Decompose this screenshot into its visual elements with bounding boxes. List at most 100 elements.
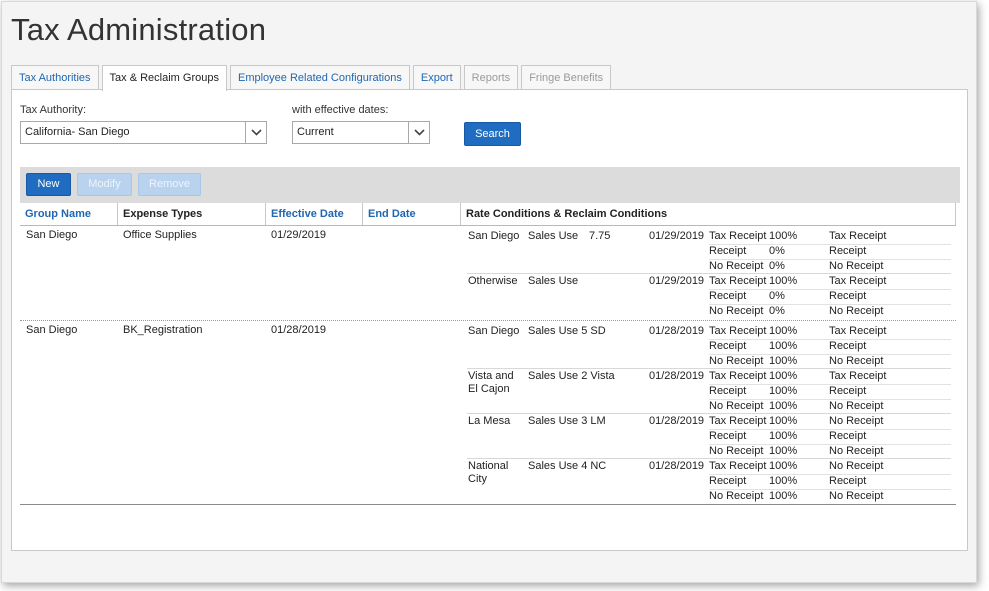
receipt-pct: 100%: [769, 415, 798, 427]
tab-employee-related-configurations[interactable]: Employee Related Configurations: [229, 65, 410, 90]
effective-date-cell: 01/29/2019: [271, 229, 327, 241]
tab-export[interactable]: Export: [412, 65, 461, 90]
condition-divider: [467, 413, 951, 414]
tab-reports: Reports: [463, 65, 519, 90]
condition-tax: Sales Use: [528, 275, 579, 287]
header-effective-date[interactable]: Effective Date: [266, 203, 363, 226]
receipt-pct: 100%: [769, 400, 798, 412]
effective-date-cell: 01/28/2019: [271, 324, 327, 336]
condition-location: National City: [468, 460, 509, 485]
receipt-type: No Receipt: [709, 445, 764, 457]
receipt-type: Receipt: [709, 290, 747, 302]
condition-date: 01/28/2019: [649, 460, 705, 472]
condition-location: San Diego: [468, 325, 520, 337]
receipt-pct: 100%: [769, 430, 798, 442]
condition-date: 01/28/2019: [649, 325, 705, 337]
receipt-reclaim: No Receipt: [829, 355, 884, 367]
receipt-pct: 100%: [769, 355, 798, 367]
chevron-down-icon[interactable]: [245, 122, 266, 143]
search-button[interactable]: Search: [464, 122, 521, 146]
header-expense-types: Expense Types: [118, 203, 266, 226]
page-title: Tax Administration: [11, 12, 267, 47]
condition-location: Vista and El Cajon: [468, 370, 514, 395]
condition-tax: Sales Use 4 NC: [528, 460, 607, 472]
receipt-reclaim: Tax Receipt: [829, 275, 887, 287]
header-end-date[interactable]: End Date: [363, 203, 461, 226]
condition-tax: Sales Use 5 SD: [528, 325, 606, 337]
condition-divider: [467, 368, 951, 369]
condition-location: La Mesa: [468, 415, 511, 427]
receipt-reclaim: Receipt: [829, 475, 867, 487]
app-window: Tax Administration Tax Authorities Tax &…: [1, 1, 977, 583]
receipt-type: Tax Receipt: [709, 415, 767, 427]
receipt-reclaim: Tax Receipt: [829, 370, 887, 382]
condition-location: Otherwise: [468, 275, 518, 287]
receipt-type: Receipt: [709, 430, 747, 442]
effective-dates-label: with effective dates:: [292, 104, 389, 116]
receipt-type: Tax Receipt: [709, 325, 767, 337]
receipt-type: No Receipt: [709, 260, 764, 272]
tax-authority-value: California- San Diego: [25, 126, 130, 138]
receipt-reclaim: No Receipt: [829, 490, 884, 502]
receipt-type: Receipt: [709, 385, 747, 397]
tab-bar: Tax Authorities Tax & Reclaim Groups Emp…: [11, 65, 614, 91]
condition-date: 01/28/2019: [649, 415, 705, 427]
condition-date: 01/29/2019: [649, 230, 705, 242]
remove-button: Remove: [138, 173, 201, 196]
receipt-reclaim: Receipt: [829, 290, 867, 302]
receipt-reclaim: Receipt: [829, 340, 867, 352]
chevron-down-icon[interactable]: [408, 122, 429, 143]
tab-tax-reclaim-groups[interactable]: Tax & Reclaim Groups: [101, 65, 227, 91]
effective-dates-select[interactable]: Current: [292, 121, 430, 144]
tab-tax-authorities[interactable]: Tax Authorities: [11, 65, 99, 90]
table-bottom-border: [20, 504, 956, 505]
receipt-reclaim: Receipt: [829, 430, 867, 442]
condition-date: 01/28/2019: [649, 370, 705, 382]
receipt-type: Tax Receipt: [709, 370, 767, 382]
receipt-pct: 100%: [769, 475, 798, 487]
condition-date: 01/29/2019: [649, 275, 705, 287]
receipt-type: No Receipt: [709, 400, 764, 412]
modify-button: Modify: [77, 173, 132, 196]
receipt-type: Receipt: [709, 245, 747, 257]
receipt-type: No Receipt: [709, 490, 764, 502]
tab-panel: Tax Authority: California- San Diego wit…: [11, 89, 968, 551]
new-button[interactable]: New: [26, 173, 71, 196]
receipt-type: Tax Receipt: [709, 230, 767, 242]
receipt-pct: 100%: [769, 325, 798, 337]
receipt-type: Receipt: [709, 475, 747, 487]
receipt-reclaim: No Receipt: [829, 305, 884, 317]
receipt-pct: 100%: [769, 230, 798, 242]
condition-tax: Sales Use: [528, 230, 579, 242]
group-name-cell: San Diego: [26, 229, 78, 241]
condition-rate: 7.75: [589, 230, 611, 242]
header-divider: [20, 225, 956, 226]
receipt-type: Receipt: [709, 340, 747, 352]
receipt-reclaim: No Receipt: [829, 260, 884, 272]
tax-authority-label: Tax Authority:: [20, 104, 87, 116]
receipt-pct: 100%: [769, 340, 798, 352]
expense-types-cell: BK_Registration: [123, 324, 203, 336]
receipt-pct: 100%: [769, 490, 798, 502]
receipt-pct: 100%: [769, 460, 798, 472]
header-group-name[interactable]: Group Name: [20, 203, 118, 226]
receipt-reclaim: No Receipt: [829, 400, 884, 412]
group-divider: [20, 320, 956, 321]
receipt-reclaim: No Receipt: [829, 445, 884, 457]
receipt-pct: 100%: [769, 370, 798, 382]
condition-divider: [467, 273, 951, 274]
receipt-reclaim: Tax Receipt: [829, 325, 887, 337]
condition-location: San Diego: [468, 230, 520, 242]
condition-tax: Sales Use 2 Vista: [528, 370, 615, 382]
receipt-pct: 100%: [769, 385, 798, 397]
tab-fringe-benefits: Fringe Benefits: [521, 65, 612, 90]
receipt-pct: 100%: [769, 275, 798, 287]
expense-types-cell: Office Supplies: [123, 229, 197, 241]
receipt-type: No Receipt: [709, 305, 764, 317]
receipt-pct: 100%: [769, 445, 798, 457]
effective-dates-value: Current: [297, 126, 334, 138]
receipt-reclaim: Receipt: [829, 245, 867, 257]
tax-authority-select[interactable]: California- San Diego: [20, 121, 267, 144]
receipt-pct: 0%: [769, 290, 785, 302]
receipt-reclaim: Tax Receipt: [829, 230, 887, 242]
